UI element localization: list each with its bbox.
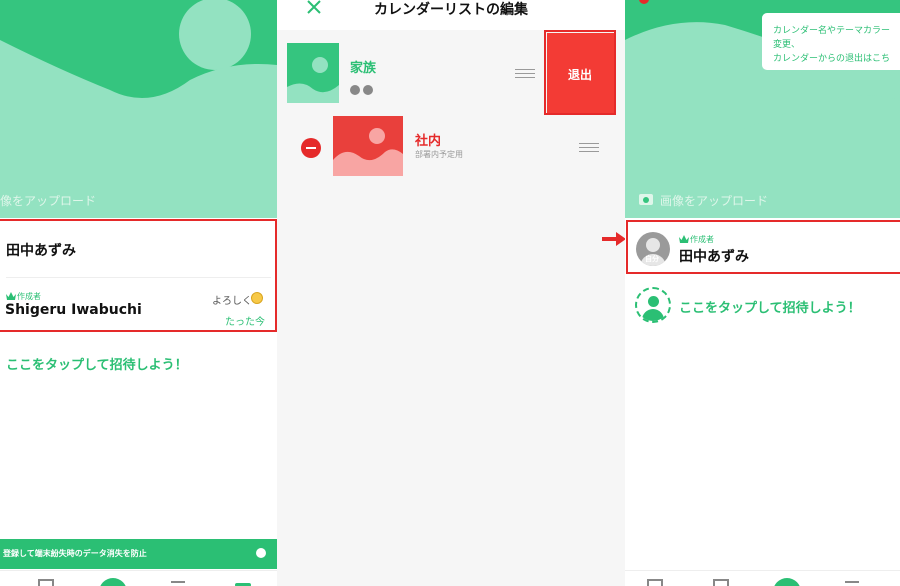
member-icons	[350, 80, 373, 99]
add-button[interactable]	[773, 578, 801, 586]
calendar-add-icon[interactable]	[647, 579, 663, 586]
invite-link[interactable]: ここをタップして招待しよう！	[6, 354, 188, 373]
drag-handle-icon[interactable]	[579, 143, 599, 153]
calendar-item-company[interactable]: 社内 部署内予定用	[277, 116, 625, 180]
calendar-name: 家族	[350, 61, 377, 76]
tooltip-text: カレンダー名やテーマカラー	[773, 26, 891, 36]
close-icon[interactable]	[306, 0, 322, 15]
calendar-list-edit-panel: カレンダーリストの編集 家族 退出 社内 部署内予定用	[277, 0, 625, 586]
highlight-box	[626, 220, 900, 274]
calendar-thumbnail	[333, 116, 403, 176]
camera-icon[interactable]	[639, 194, 653, 205]
banner-text: 登録して端末紛失時のデータ消失を防止	[3, 549, 147, 558]
tab-icon-2[interactable]	[713, 579, 729, 586]
highlight-box	[544, 30, 616, 115]
info-icon[interactable]	[256, 548, 266, 558]
list-icon[interactable]	[845, 581, 859, 583]
header: カレンダーリストの編集	[277, 0, 625, 20]
person-icon	[363, 85, 373, 95]
tab-icon-1[interactable]	[38, 579, 54, 586]
cover-image[interactable]: 像をアップロード	[0, 0, 277, 218]
tooltip-text: 変更、	[773, 40, 801, 50]
invite-row[interactable]: ここをタップして招待しよう！	[625, 283, 900, 327]
bottom-tab-bar	[625, 570, 900, 586]
list-icon[interactable]	[171, 581, 185, 583]
person-icon	[350, 85, 360, 95]
invite-link[interactable]: ここをタップして招待しよう！	[679, 297, 861, 316]
tooltip-text: カレンダーからの退出はこち	[773, 54, 891, 64]
invite-avatar-icon	[635, 287, 671, 323]
tooltip[interactable]: カレンダー名やテーマカラー 変更、 カレンダーからの退出はこち	[762, 13, 900, 70]
upload-image-label[interactable]: 画像をアップロード	[660, 192, 768, 209]
minus-circle-icon[interactable]	[301, 138, 321, 158]
calendar-name: 社内	[415, 134, 442, 149]
page-title: カレンダーリストの編集	[374, 2, 528, 18]
drag-handle-icon[interactable]	[515, 69, 535, 79]
highlight-box	[0, 219, 277, 332]
add-button[interactable]	[99, 578, 127, 586]
cover-image[interactable]: カレンダー名やテーマカラー 変更、 カレンダーからの退出はこち 画像をアップロー…	[625, 0, 900, 218]
cover-illustration	[0, 0, 277, 218]
calendar-detail-panel-right: カレンダー名やテーマカラー 変更、 カレンダーからの退出はこち 画像をアップロー…	[625, 0, 900, 586]
upload-image-label[interactable]: 像をアップロード	[0, 192, 96, 209]
arrow-right-icon	[602, 232, 626, 246]
calendar-detail-panel-left: 像をアップロード 田中あずみ 作成者 Shigeru Iwabuchi よろしく…	[0, 0, 277, 586]
bottom-tab-bar	[0, 570, 277, 586]
register-banner[interactable]: 登録して端末紛失時のデータ消失を防止	[0, 539, 277, 569]
calendar-subtitle: 部署内予定用	[415, 150, 463, 159]
calendar-thumbnail	[287, 43, 339, 103]
